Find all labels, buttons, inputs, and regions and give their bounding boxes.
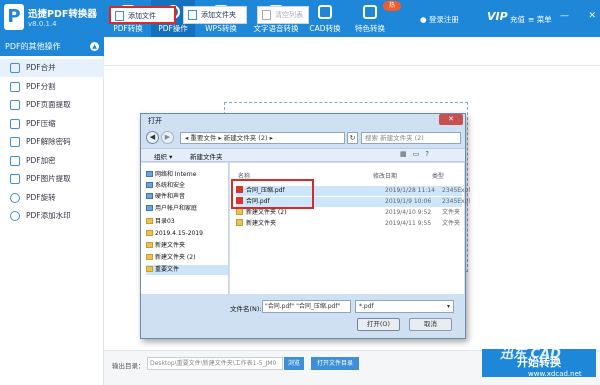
open-folder-button[interactable]: 打开文件目录 xyxy=(311,357,359,370)
nav-tree-item[interactable]: 新建文件夹 xyxy=(146,241,228,251)
filename-label: 文件名(N): xyxy=(230,305,262,313)
split-icon xyxy=(10,82,20,92)
minimize-button[interactable]: — xyxy=(560,11,569,25)
printer-icon xyxy=(146,193,153,199)
forward-button[interactable]: ▶ xyxy=(161,131,174,144)
user-icon: ● xyxy=(420,15,427,24)
image-icon xyxy=(10,174,20,184)
view-options[interactable]: ▦▭? xyxy=(400,150,435,158)
nav-tree-item[interactable]: 硬件和声音 xyxy=(146,192,228,202)
nav-tree-item[interactable]: 重要文件 xyxy=(146,265,228,275)
shield-icon xyxy=(146,182,153,188)
sidebar-item-pdf-merge[interactable]: PDF合并 xyxy=(0,59,104,77)
new-folder-button[interactable]: 新建文件夹 xyxy=(190,151,223,161)
filename-input[interactable]: "合同.pdf" "合同_压缩.pdf" xyxy=(262,300,351,313)
back-button[interactable]: ◀ xyxy=(146,131,159,144)
dialog-title: 打开 xyxy=(148,117,162,125)
file-row[interactable]: 新建文件夹 (2) 2019/4/10 9:52 文件夹 xyxy=(236,208,462,218)
file-row[interactable]: 新建文件夹 2019/4/11 9:55 文件夹 xyxy=(236,219,462,229)
app-logo: P xyxy=(4,4,24,30)
sidebar-item-pdf-encrypt[interactable]: PDF加密 xyxy=(0,152,104,170)
sidebar-item-remove-password[interactable]: PDF解除密码 xyxy=(0,133,104,151)
gift-icon xyxy=(363,5,377,19)
users-icon xyxy=(146,205,153,211)
window-controls: — ✕ xyxy=(560,11,596,25)
app-version: v8.0.1.4 xyxy=(28,20,57,28)
column-header-type[interactable]: 类型 xyxy=(432,171,444,180)
clear-icon xyxy=(262,10,271,20)
sidebar-header[interactable]: PDF的其他操作 ▲ xyxy=(0,37,104,56)
add-folder-icon xyxy=(188,10,197,20)
preview-pane-icon[interactable]: ▭ xyxy=(413,150,426,158)
add-file-icon xyxy=(115,11,124,21)
arrow-right-icon: ▶ xyxy=(164,133,171,141)
merge-icon xyxy=(10,63,20,73)
network-icon xyxy=(146,171,153,177)
open-button[interactable]: 打开(O) xyxy=(357,318,400,331)
nav-tree-item[interactable]: 目录03 xyxy=(146,217,228,227)
folder-icon xyxy=(146,254,153,260)
sidebar-item-pdf-compress[interactable]: PDF压缩 xyxy=(0,115,104,133)
rotate-icon xyxy=(10,193,20,203)
add-folder-button[interactable]: 添加文件夹 xyxy=(183,6,247,24)
nav-tree-item[interactable]: 用户帐户和家庭 xyxy=(146,204,228,214)
app-name: 迅捷PDF转换器 xyxy=(28,9,97,20)
refresh-button[interactable]: ↻ xyxy=(347,132,358,144)
clear-list-button[interactable]: 清空列表 xyxy=(257,6,309,24)
folder-icon xyxy=(146,242,153,248)
output-dir-input[interactable]: Desktop\重要文件\新建文件夹\工作表1-5_JM0 xyxy=(147,357,283,370)
watermark-logo: 迅东 CAD xyxy=(500,347,561,362)
nav-cad-convert[interactable]: CAD转换 xyxy=(307,0,343,37)
close-window-button[interactable]: ✕ xyxy=(588,11,596,25)
organize-menu[interactable]: 组织 ▾ xyxy=(154,151,172,161)
sidebar-item-pdf-rotate[interactable]: PDF旋转 xyxy=(0,189,104,207)
folder-icon xyxy=(146,218,153,224)
recharge-link[interactable]: 充值 xyxy=(510,14,525,25)
watermark-url: www.xdcad.net xyxy=(528,370,582,378)
add-file-button[interactable]: 添加文件 xyxy=(109,6,176,24)
folder-icon xyxy=(236,219,243,226)
menu-icon: ≡ xyxy=(528,15,535,24)
sidebar: PDF的其他操作 ▲ PDF合并 PDF分割 PDF页面提取 PDF压缩 PDF… xyxy=(0,37,104,385)
unlock-icon xyxy=(10,137,20,147)
filetype-select[interactable]: *.pdf ▾ xyxy=(355,300,454,313)
browse-button[interactable]: 浏览 xyxy=(284,357,304,370)
nav-tree-item[interactable]: 新建文件夹 (2) xyxy=(146,253,228,263)
folder-icon xyxy=(146,266,153,272)
folder-icon xyxy=(146,230,153,236)
sidebar-item-page-extract[interactable]: PDF页面提取 xyxy=(0,96,104,114)
file-toolbar xyxy=(104,37,600,66)
menu-button[interactable]: ≡ 菜单 xyxy=(528,14,552,25)
column-header-date[interactable]: 修改日期 xyxy=(373,171,397,180)
watermark-icon xyxy=(10,211,20,221)
cancel-button[interactable]: 取消 xyxy=(409,318,452,331)
dialog-close-button[interactable]: ✕ xyxy=(439,114,463,125)
nav-tree-item[interactable]: 网络和 Interne xyxy=(146,170,228,180)
sidebar-item-add-watermark[interactable]: PDF添加水印 xyxy=(0,207,104,225)
page-extract-icon xyxy=(10,100,20,110)
sidebar-item-image-extract[interactable]: PDF图片提取 xyxy=(0,170,104,188)
arrow-left-icon: ◀ xyxy=(149,133,156,141)
output-dir-label: 输出目录： xyxy=(112,362,145,370)
selection-highlight xyxy=(231,179,314,209)
chevron-up-icon: ▲ xyxy=(90,42,99,51)
view-icon[interactable]: ▦ xyxy=(400,150,413,158)
lock-icon xyxy=(10,156,20,166)
dialog-search-input[interactable]: 搜索 新建文件夹 (2) xyxy=(361,132,461,144)
hot-badge: 热 xyxy=(383,1,401,11)
login-register-link[interactable]: ● 登录注册 xyxy=(420,14,459,25)
chevron-down-icon: ▾ xyxy=(446,303,450,310)
cad-icon xyxy=(318,5,332,19)
compress-icon xyxy=(10,119,20,129)
nav-tree-item[interactable]: 系统和安全 xyxy=(146,181,228,191)
refresh-icon: ↻ xyxy=(349,134,356,142)
help-icon[interactable]: ? xyxy=(425,150,435,158)
vip-logo[interactable]: VIP xyxy=(487,10,508,23)
sidebar-item-pdf-split[interactable]: PDF分割 xyxy=(0,78,104,96)
folder-icon xyxy=(236,208,243,215)
nav-tree-item[interactable]: 2019.4.15-2019 xyxy=(146,229,228,239)
address-bar[interactable]: ◂ 重要文件 ▸ 新建文件夹 (2) ▸ xyxy=(180,132,345,144)
